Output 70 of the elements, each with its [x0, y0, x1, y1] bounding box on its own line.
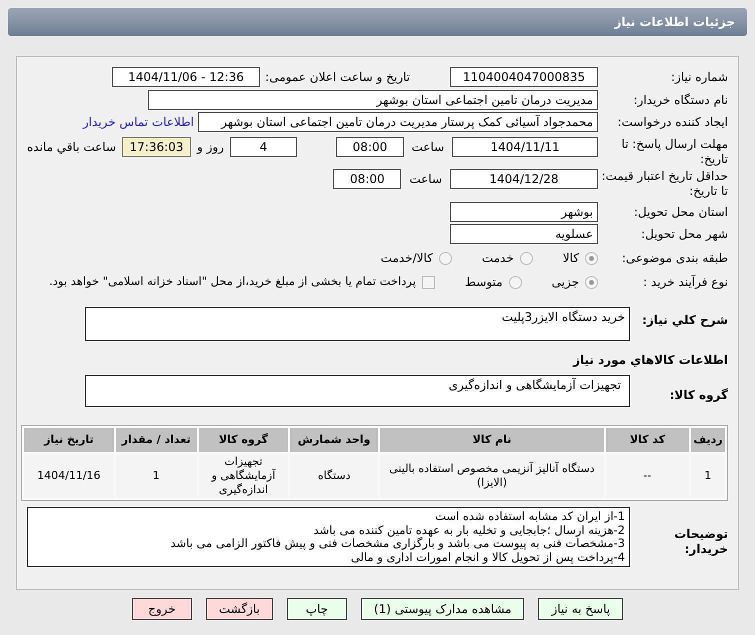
field-label: حداقل تاریخ اعتبار قیمت: تا تاریخ: [600, 169, 728, 199]
goods-group-textarea[interactable]: تجهیزات آزمایشگاهی و اندازه‌گیری [85, 375, 630, 407]
column-header: تعداد / مقدار [116, 428, 197, 452]
text-field[interactable]: 1404/12/28 [450, 169, 598, 189]
text-field[interactable]: عسلویه [450, 224, 598, 244]
table-cell: -- [606, 454, 689, 498]
radio-label: کالا [562, 250, 579, 267]
note-line: 2-هزینه ارسال ؛جابجایی و تخلیه بار به عهده تامین کننده می باشد [312, 524, 625, 537]
field-label: تاریخ و ساعت اعلان عمومی: [264, 70, 410, 84]
text-field[interactable]: 4 [230, 137, 298, 157]
text-field[interactable]: 08:00 [333, 169, 402, 189]
column-header: تاریخ نیاز [24, 428, 114, 452]
field-label: ایجاد کننده درخواست: [616, 114, 728, 130]
column-header: گروه کالا [198, 428, 288, 452]
text-field[interactable]: 1104004047000835 [450, 67, 598, 87]
radio-button[interactable] [585, 276, 598, 288]
remaining-time: 17:36:03 [122, 137, 191, 157]
table-cell: تجهیزات آزمایشگاهی و اندازه‌گیری [198, 454, 288, 498]
action-button[interactable]: بازگشت [206, 598, 273, 620]
action-button[interactable]: چاپ [286, 598, 347, 620]
radio-button[interactable] [438, 252, 452, 264]
note-line: 3-مشخصات فنی به پیوست می باشد و بارگزاری مشخصات فنی و پیش فاکتور الزامی می باشد [169, 537, 625, 550]
column-header: ردیف [690, 428, 725, 452]
time-label: ساعت [409, 171, 442, 188]
remaining-label: ساعت باقي مانده [26, 139, 116, 156]
table-cell: 1 [690, 454, 725, 498]
text-field[interactable]: مدیریت درمان تامین اجتماعی استان بوشهر [148, 90, 598, 110]
action-button[interactable]: خروج [132, 598, 192, 620]
contact-link[interactable]: اطلاعات تماس خریدار [82, 113, 194, 131]
text-field[interactable]: 1404/11/11 [452, 137, 598, 157]
field-label: مهلت ارسال پاسخ: تا تاریخ: [620, 137, 728, 167]
field-label: نوع فرآیند خرید : [642, 274, 728, 290]
text-field[interactable]: محمدجواد آسیائی کمک پرستار مدیریت درمان تامین اجتماعی استان بوشهر [198, 112, 598, 132]
table-cell: دستگاه آنالیز آنزیمی مخصوص استفاده بالینی (الایزا) [380, 454, 604, 498]
table-cell: 1 [116, 454, 197, 498]
checkbox-label: پرداخت تمام یا بخشی از مبلغ خرید،از محل "اسناد خزانه اسلامی" خواهد بود. [49, 273, 416, 290]
note-line: 1-از ایران کد مشابه استفاده شده است [434, 510, 625, 524]
time-label: ساعت [412, 139, 444, 156]
radio-label: جزیی [552, 274, 579, 291]
column-header: کد کالا [606, 428, 689, 452]
checkbox[interactable] [422, 276, 435, 288]
field-label: گروه کالا: [668, 388, 728, 402]
radio-button[interactable] [508, 276, 522, 288]
radio-label: متوسط [464, 274, 503, 291]
radio-label: خدمت [482, 250, 514, 267]
text-field[interactable]: بوشهر [450, 202, 598, 222]
table-cell: 1404/11/16 [24, 454, 114, 498]
description-textarea[interactable]: خرید دستگاه الایزر3پلیت [85, 307, 630, 341]
radio-label: کالا/خدمت [380, 250, 433, 267]
field-label: استان محل تحویل: [632, 204, 728, 220]
header-title: جزئیات اطلاعات نیاز [614, 14, 735, 31]
column-header: واحد شمارش [290, 428, 378, 452]
field-label: شرح کلي نياز: [641, 312, 728, 328]
field-label: طبقه بندی موضوعی: [620, 250, 728, 266]
field-label: شهر محل تحویل: [640, 226, 728, 242]
action-button[interactable]: مشاهده مدارک پیوستی (1) [360, 598, 524, 620]
radio-button[interactable] [520, 252, 533, 264]
field-label: نام دستگاه خریدار: [632, 92, 728, 108]
note-line: 4-پرداخت پس از تحویل کالا و انجام امورات اداری و مالی [350, 550, 625, 564]
text-field[interactable]: 1404/11/06 - 12:36 [112, 67, 260, 87]
column-header: نام کالا [380, 428, 604, 452]
days-label: روز و [196, 139, 224, 156]
notes-textarea[interactable] [27, 507, 630, 567]
action-button[interactable]: پاسخ به نیاز [538, 598, 624, 620]
section-title: اطلاعات کالاهاي مورد نياز [572, 352, 728, 369]
radio-button[interactable] [585, 252, 598, 264]
field-label: توضیحات خریدار: [673, 526, 728, 557]
field-label: شماره نیاز: [670, 70, 728, 84]
text-field[interactable]: 08:00 [336, 137, 404, 157]
table-cell: دستگاه [290, 454, 378, 498]
